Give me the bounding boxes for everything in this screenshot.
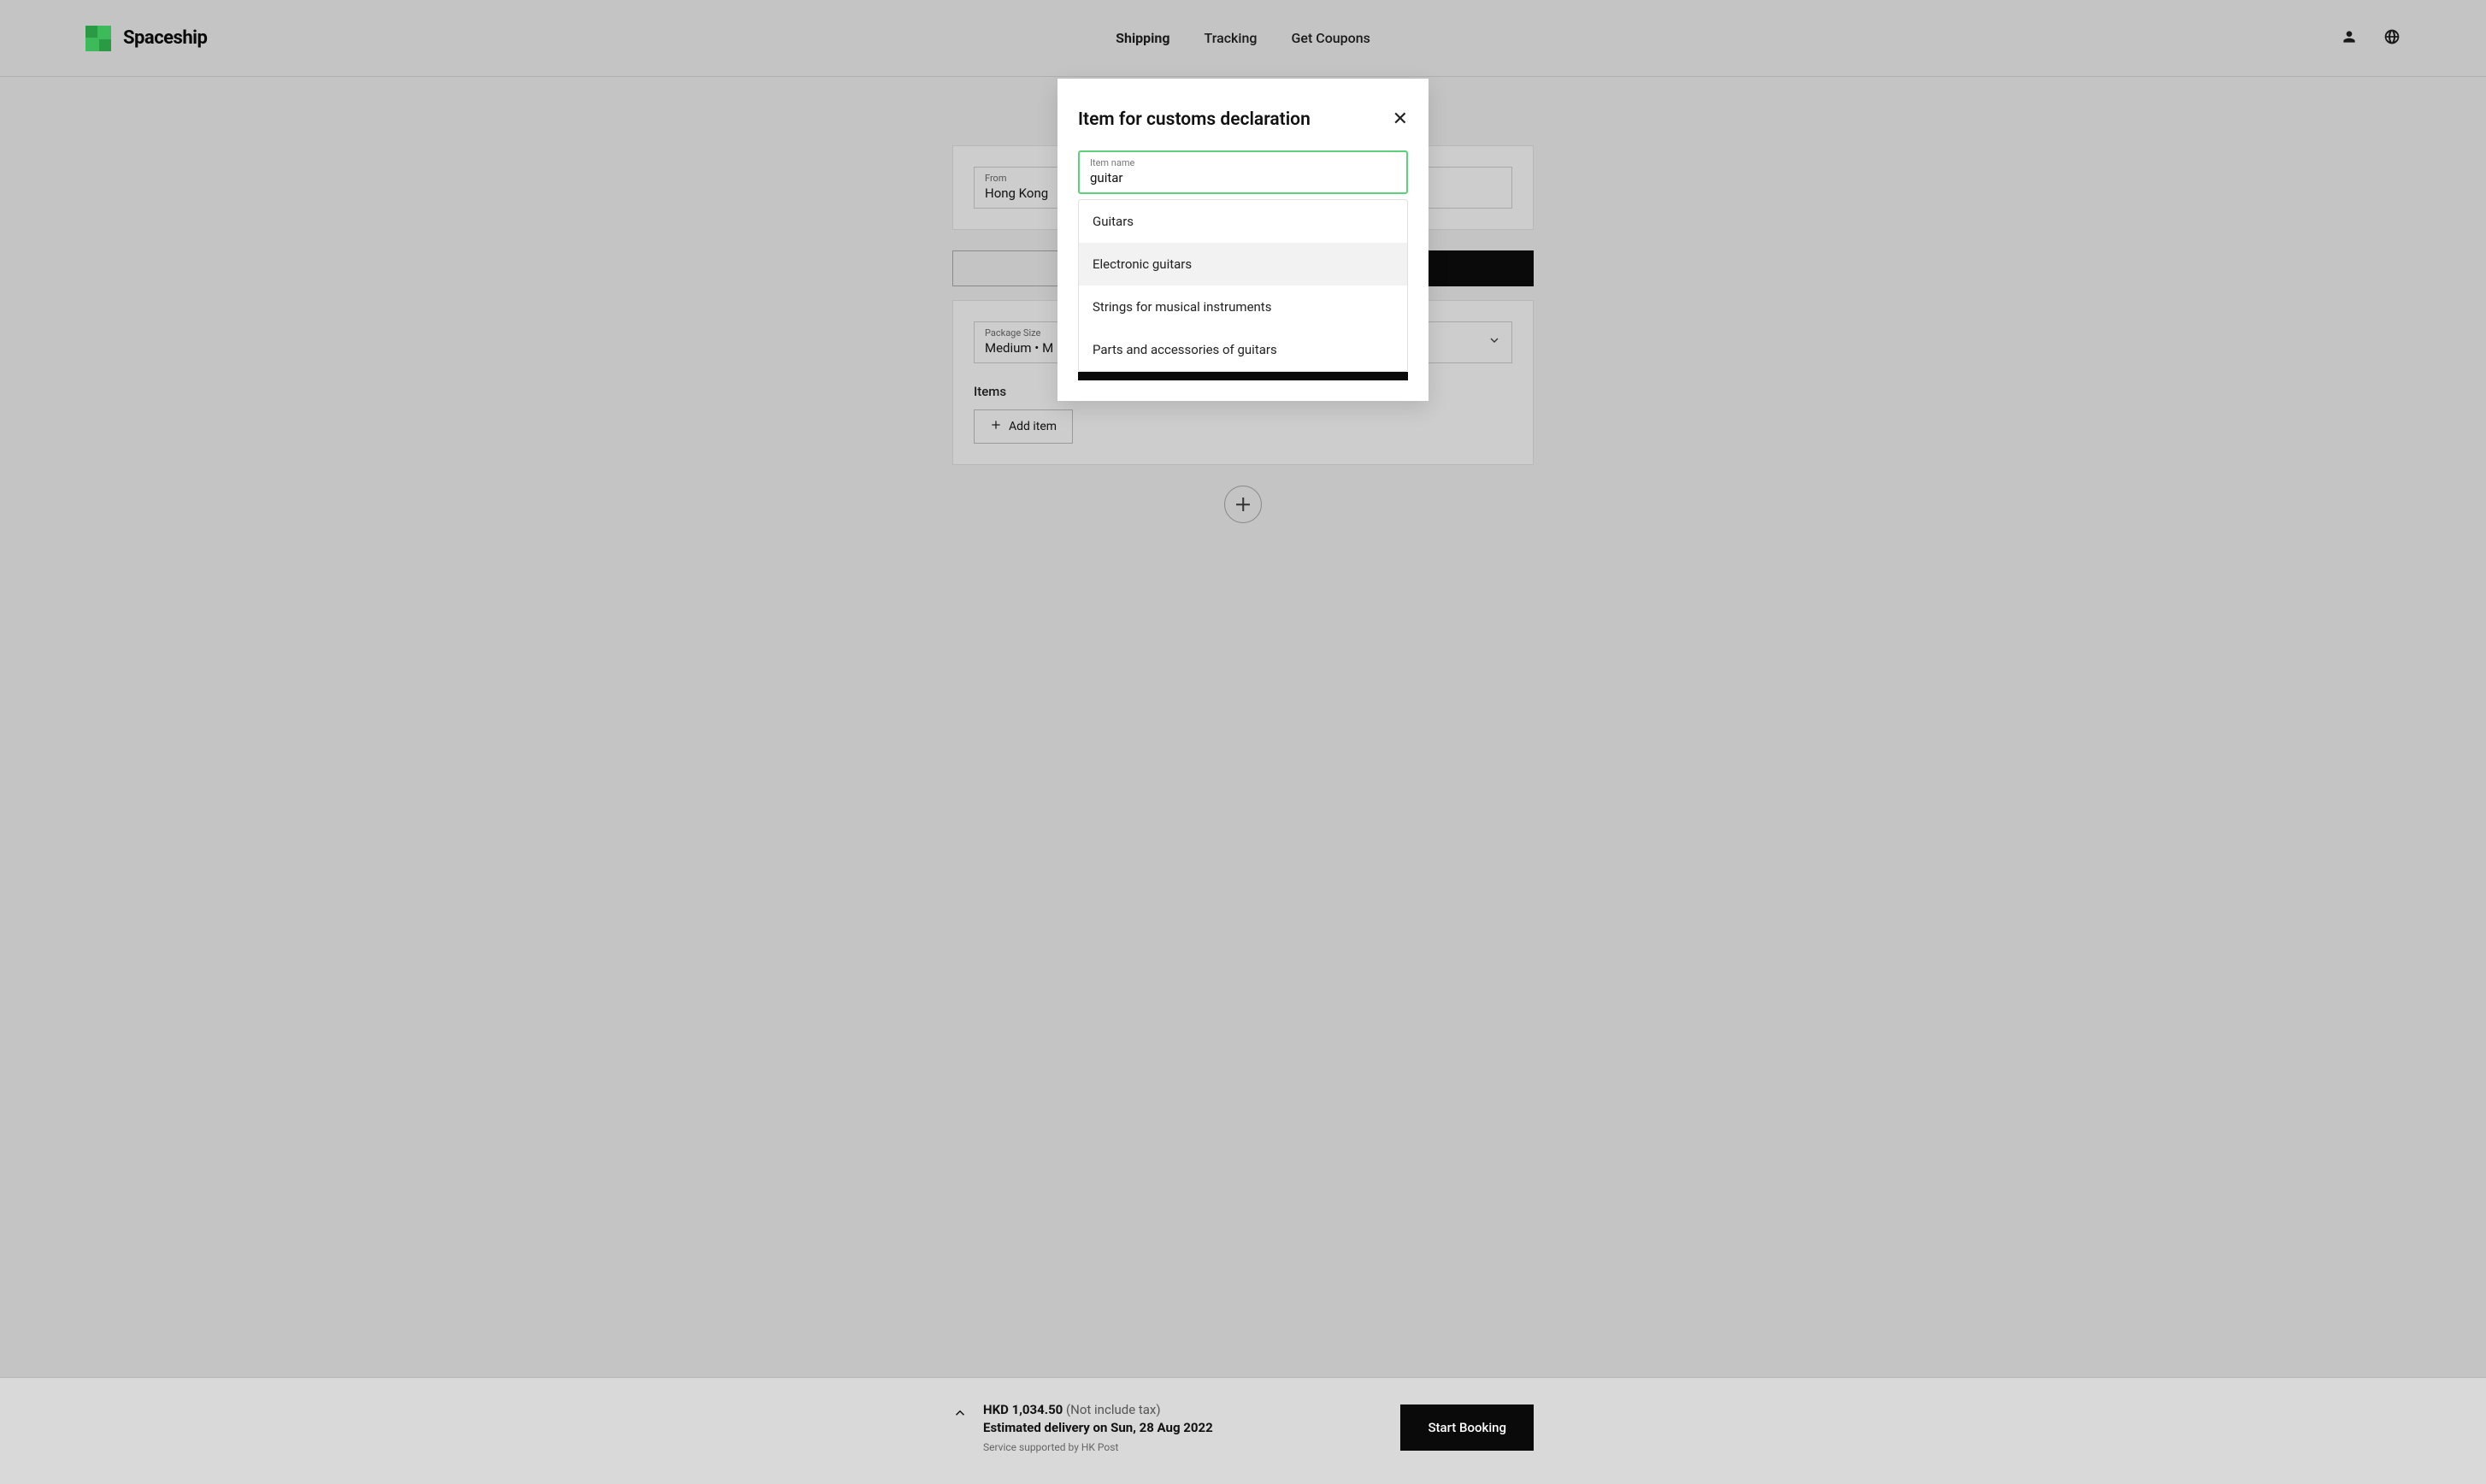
price-line: HKD 1,034.50 (Not include tax) bbox=[983, 1402, 1213, 1417]
modal-title: Item for customs declaration bbox=[1078, 109, 1311, 130]
item-name-input[interactable] bbox=[1090, 170, 1396, 186]
nav-coupons[interactable]: Get Coupons bbox=[1291, 30, 1370, 46]
support-line: Service supported by HK Post bbox=[983, 1441, 1213, 1453]
package-value: Medium • M bbox=[985, 340, 1053, 356]
modal-footer-strip bbox=[1078, 372, 1408, 380]
suggestion-dropdown: Guitars Electronic guitars Strings for m… bbox=[1078, 199, 1408, 372]
add-package-button[interactable] bbox=[1224, 486, 1262, 523]
package-label: Package Size bbox=[985, 327, 1053, 339]
header-actions bbox=[2341, 28, 2401, 49]
logo-icon bbox=[85, 26, 111, 51]
nav-tracking[interactable]: Tracking bbox=[1205, 30, 1258, 46]
suggestion-strings[interactable]: Strings for musical instruments bbox=[1079, 286, 1407, 328]
close-icon[interactable]: ✕ bbox=[1393, 110, 1408, 129]
eta-line: Estimated delivery on Sun, 28 Aug 2022 bbox=[983, 1420, 1213, 1435]
globe-icon[interactable] bbox=[2383, 28, 2401, 49]
price-value: HKD 1,034.50 bbox=[983, 1402, 1063, 1417]
suggestion-parts[interactable]: Parts and accessories of guitars bbox=[1079, 328, 1407, 371]
nav-shipping[interactable]: Shipping bbox=[1116, 30, 1169, 46]
plus-icon bbox=[990, 419, 1002, 434]
add-item-button[interactable]: Add item bbox=[974, 409, 1073, 444]
item-name-field[interactable]: Item name bbox=[1078, 150, 1408, 194]
item-name-label: Item name bbox=[1090, 157, 1396, 168]
suggestion-guitars[interactable]: Guitars bbox=[1079, 200, 1407, 243]
chevron-down-icon bbox=[1487, 333, 1501, 350]
customs-item-modal: Item for customs declaration ✕ Item name… bbox=[1057, 79, 1429, 401]
price-note: (Not include tax) bbox=[1066, 1402, 1161, 1417]
brand-name: Spaceship bbox=[123, 27, 207, 49]
header: Spaceship Shipping Tracking Get Coupons bbox=[0, 0, 2486, 77]
summary-bar: HKD 1,034.50 (Not include tax) Estimated… bbox=[0, 1377, 2486, 1484]
chevron-up-icon[interactable] bbox=[952, 1402, 968, 1424]
account-icon[interactable] bbox=[2341, 28, 2358, 49]
main-nav: Shipping Tracking Get Coupons bbox=[1116, 30, 1370, 46]
suggestion-electronic-guitars[interactable]: Electronic guitars bbox=[1079, 243, 1407, 286]
add-item-label: Add item bbox=[1009, 420, 1057, 433]
start-booking-button[interactable]: Start Booking bbox=[1400, 1404, 1534, 1451]
brand-logo[interactable]: Spaceship bbox=[85, 26, 207, 51]
